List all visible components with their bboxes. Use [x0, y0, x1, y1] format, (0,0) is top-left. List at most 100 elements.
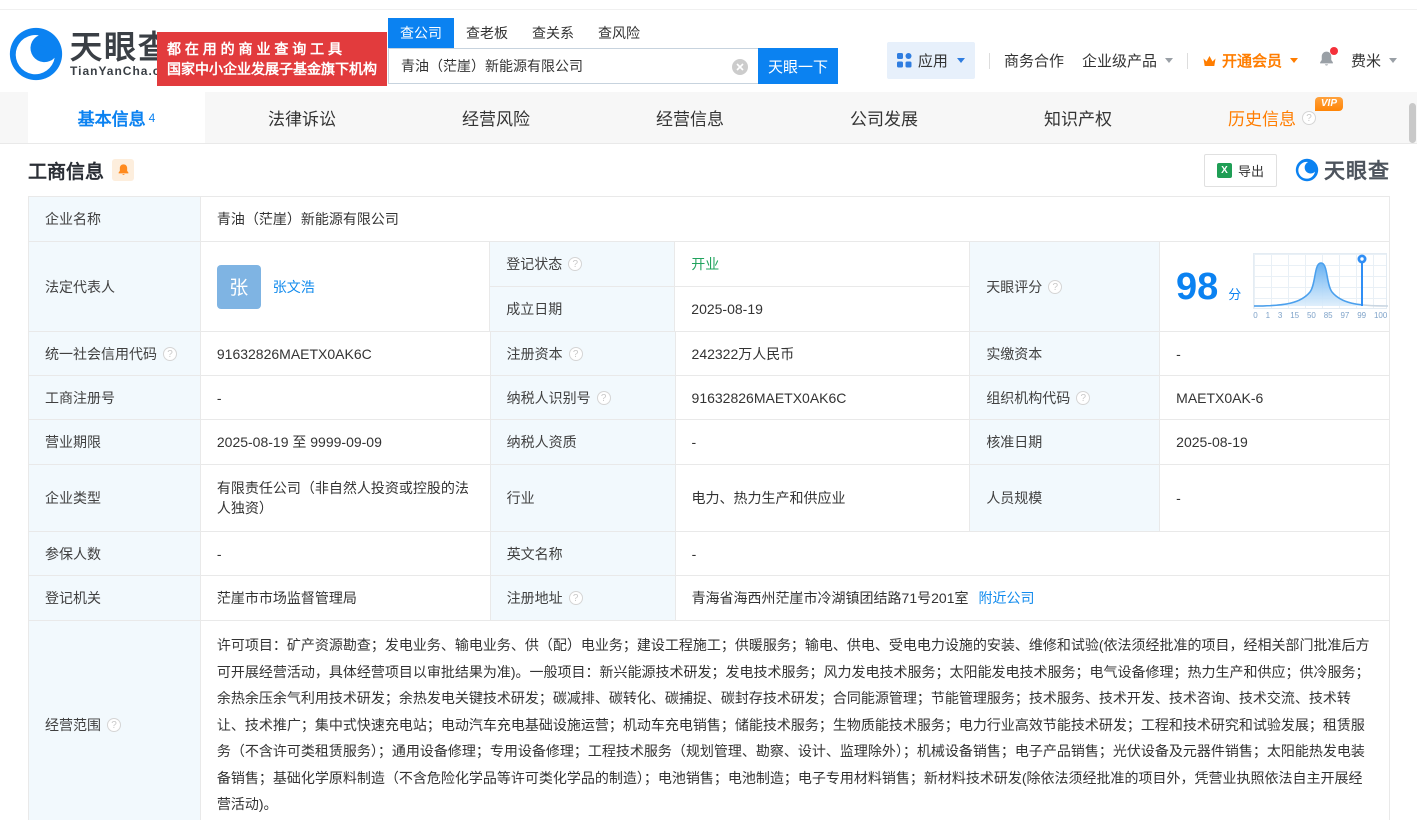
- divider: [989, 53, 990, 69]
- table-row: 法定代表人 张 张文浩 登记状态 ? 开业 成立日期 2025-08-19 天眼…: [29, 242, 1390, 332]
- paid-capital: -: [1160, 332, 1390, 376]
- field-label: 参保人数: [29, 532, 201, 576]
- nearby-companies-link[interactable]: 附近公司: [979, 588, 1035, 608]
- field-label: 英文名称: [491, 532, 676, 576]
- tianyan-score-cell[interactable]: 98 分: [1160, 242, 1390, 332]
- chevron-down-icon: [957, 58, 965, 63]
- section-header: 工商信息 X 导出 天眼查: [0, 144, 1417, 196]
- search-area: 查公司 查老板 查关系 查风险 天眼一下: [388, 18, 838, 84]
- section-title: 工商信息: [28, 157, 104, 184]
- help-icon[interactable]: ?: [569, 347, 583, 361]
- help-icon[interactable]: ?: [1302, 111, 1316, 125]
- divider: [1187, 53, 1188, 69]
- field-label: 营业期限: [29, 420, 201, 465]
- tab-operating-info[interactable]: 经营信息: [593, 92, 787, 143]
- search-tab-risk[interactable]: 查风险: [586, 18, 652, 48]
- search-tabs: 查公司 查老板 查关系 查风险: [388, 18, 838, 48]
- monitor-bell-button[interactable]: [112, 159, 134, 181]
- enterprise-product-link[interactable]: 企业级产品: [1082, 50, 1173, 71]
- business-cooperation-link[interactable]: 商务合作: [1004, 50, 1064, 71]
- apps-grid-icon: [897, 53, 912, 68]
- tab-legal-proceedings[interactable]: 法律诉讼: [205, 92, 399, 143]
- chevron-down-icon: [1389, 58, 1397, 63]
- search-input[interactable]: [389, 49, 758, 83]
- tab-operating-risk[interactable]: 经营风险: [399, 92, 593, 143]
- company-nav-tabs: 基本信息 4 法律诉讼 经营风险 经营信息 公司发展 知识产权 历史信息 ? V…: [0, 92, 1417, 144]
- registered-capital: 242322万人民币: [676, 332, 971, 376]
- vip-badge: VIP: [1315, 97, 1343, 111]
- establish-date: 2025-08-19: [675, 287, 970, 332]
- field-label: 天眼评分 ?: [970, 242, 1160, 332]
- help-icon[interactable]: ?: [1048, 280, 1062, 294]
- score-axis-labels: 01 315 5085 9799 100: [1253, 311, 1387, 320]
- tianyancha-watermark: 天眼查: [1295, 155, 1390, 185]
- logo-swirl-icon: [8, 26, 64, 82]
- notification-dot: [1330, 47, 1338, 55]
- tianyancha-logo[interactable]: 天眼查 TianYanCha.com: [8, 26, 180, 82]
- notifications-bell[interactable]: [1318, 50, 1335, 72]
- help-icon[interactable]: ?: [1076, 391, 1090, 405]
- legal-representative-link[interactable]: 张文浩: [273, 277, 315, 297]
- registered-address: 青海省海西州茫崖市冷湖镇团结路71号201室: [692, 588, 969, 608]
- open-vip-link[interactable]: 开通会员: [1202, 50, 1298, 71]
- search-tab-company[interactable]: 查公司: [388, 18, 454, 48]
- top-divider: [0, 0, 1417, 10]
- help-icon[interactable]: ?: [597, 391, 611, 405]
- field-label: 企业类型: [29, 465, 201, 532]
- search-tab-boss[interactable]: 查老板: [454, 18, 520, 48]
- slogan-line2: 国家中小企业发展子基金旗下机构: [167, 59, 377, 79]
- registration-number: -: [201, 376, 491, 420]
- search-button[interactable]: 天眼一下: [758, 48, 838, 84]
- tab-history-info[interactable]: 历史信息 ? VIP: [1175, 92, 1369, 143]
- field-label: 法定代表人: [29, 242, 201, 332]
- score-distribution-chart: 01 315 5085 9799 100: [1253, 253, 1387, 320]
- export-button[interactable]: X 导出: [1204, 154, 1277, 187]
- chevron-down-icon: [1165, 58, 1173, 63]
- field-label: 登记状态 ?: [490, 242, 675, 287]
- english-name: -: [676, 532, 1390, 576]
- taxpayer-id: 91632826MAETX0AK6C: [676, 376, 971, 420]
- business-term: 2025-08-19 至 9999-09-09: [201, 420, 491, 465]
- approval-date: 2025-08-19: [1160, 420, 1390, 465]
- help-icon[interactable]: ?: [107, 718, 121, 732]
- registered-address-cell: 青海省海西州茫崖市冷湖镇团结路71号201室 附近公司: [676, 576, 1390, 621]
- tab-company-development[interactable]: 公司发展: [787, 92, 981, 143]
- legal-representative-cell: 张 张文浩: [201, 242, 491, 332]
- registration-authority: 茫崖市市场监督管理局: [201, 576, 491, 621]
- company-name: 青油（茫崖）新能源有限公司: [201, 197, 1390, 242]
- table-row: 登记机关 茫崖市市场监督管理局 注册地址 ? 青海省海西州茫崖市冷湖镇团结路71…: [29, 576, 1390, 621]
- help-icon[interactable]: ?: [568, 257, 582, 271]
- table-row: 工商注册号 - 纳税人识别号 ? 91632826MAETX0AK6C 组织机构…: [29, 376, 1390, 420]
- brand-slogan: 都 在 用 的 商 业 查 询 工 具 国家中小企业发展子基金旗下机构: [157, 32, 387, 86]
- header: 天眼查 TianYanCha.com 都 在 用 的 商 业 查 询 工 具 国…: [0, 10, 1417, 92]
- field-label: 成立日期: [490, 287, 675, 332]
- user-menu[interactable]: 费米: [1351, 50, 1397, 71]
- search-tab-relation[interactable]: 查关系: [520, 18, 586, 48]
- tab-intellectual-property[interactable]: 知识产权: [981, 92, 1175, 143]
- field-label: 注册地址 ?: [491, 576, 676, 621]
- excel-icon: X: [1217, 163, 1232, 178]
- business-info-table: 企业名称 青油（茫崖）新能源有限公司 法定代表人 张 张文浩 登记状态 ? 开业…: [28, 196, 1390, 820]
- score-value: 98: [1176, 268, 1218, 306]
- field-label: 人员规模: [970, 465, 1160, 532]
- help-icon[interactable]: ?: [163, 347, 177, 361]
- staff-size: -: [1160, 465, 1390, 532]
- apps-button[interactable]: 应用: [887, 42, 975, 79]
- field-label: 企业名称: [29, 197, 201, 242]
- scrollbar[interactable]: [1409, 103, 1416, 143]
- crown-icon: [1202, 55, 1217, 67]
- search-box: [388, 48, 758, 84]
- registration-status: 开业: [675, 242, 970, 287]
- score-unit: 分: [1228, 284, 1241, 303]
- industry: 电力、热力生产和供应业: [676, 465, 971, 532]
- table-row: 统一社会信用代码 ? 91632826MAETX0AK6C 注册资本 ? 242…: [29, 332, 1390, 376]
- tab-basic-info[interactable]: 基本信息 4: [28, 92, 205, 143]
- help-icon[interactable]: ?: [569, 591, 583, 605]
- field-label: 纳税人识别号 ?: [491, 376, 676, 420]
- uscc-value: 91632826MAETX0AK6C: [201, 332, 491, 376]
- table-row: 企业类型 有限责任公司（非自然人投资或控股的法人独资） 行业 电力、热力生产和供…: [29, 465, 1390, 532]
- business-scope: 许可项目：矿产资源勘查；发电业务、输电业务、供（配）电业务；建设工程施工；供暖服…: [201, 621, 1390, 820]
- clear-search-icon[interactable]: [732, 59, 748, 75]
- field-label: 工商注册号: [29, 376, 201, 420]
- table-row: 营业期限 2025-08-19 至 9999-09-09 纳税人资质 - 核准日…: [29, 420, 1390, 465]
